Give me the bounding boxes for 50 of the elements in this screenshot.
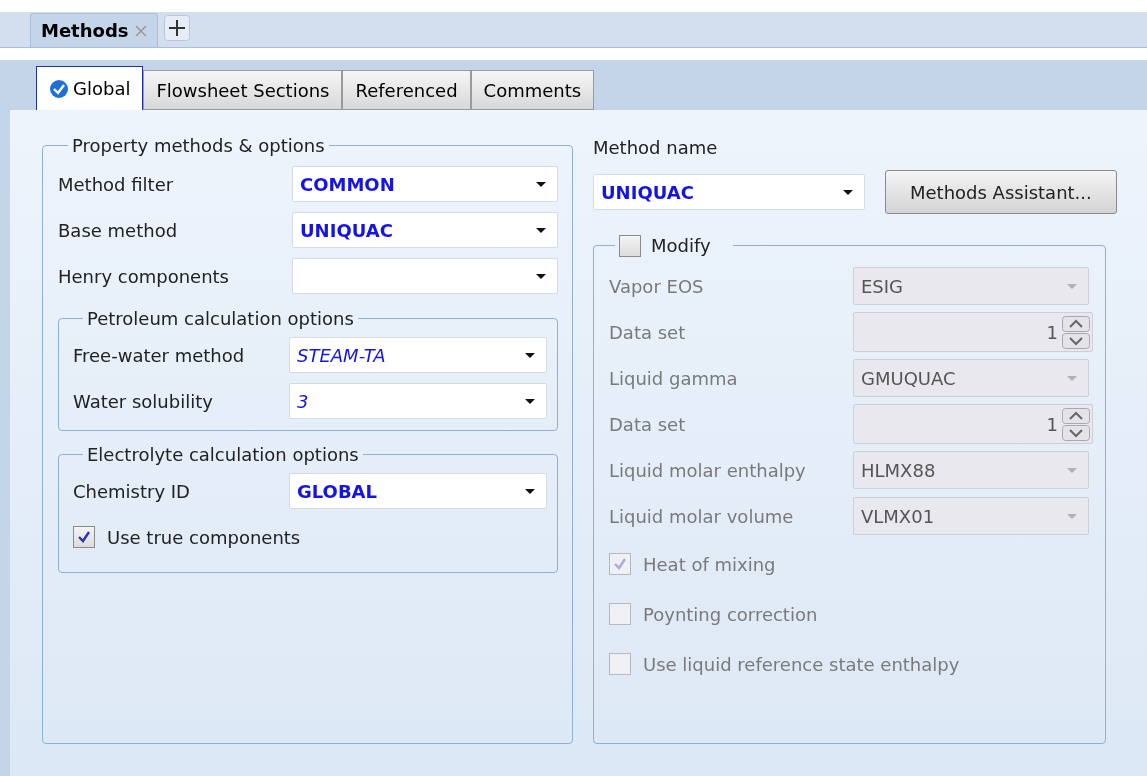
- checkbox-label: Heat of mixing: [643, 552, 776, 577]
- dropdown-arrow-icon: [535, 226, 547, 234]
- checkbox-label: Use liquid reference state enthalpy: [643, 652, 960, 677]
- tab[interactable]: Referenced: [342, 70, 471, 110]
- field-label: Liquid gamma: [609, 366, 739, 391]
- dropdown-field[interactable]: 3: [289, 383, 547, 419]
- checkmark-icon: [77, 530, 91, 544]
- group-title: Petroleum calculation options: [86, 307, 355, 331]
- field-label: Chemistry ID: [73, 479, 191, 504]
- dropdown-field[interactable]: GLOBAL: [289, 473, 547, 509]
- field-label: Henry components: [58, 264, 230, 289]
- checkbox-label: Use true components: [107, 525, 301, 550]
- dropdown-field[interactable]: UNIQUAC: [593, 174, 865, 210]
- dropdown-arrow-icon: [524, 351, 536, 359]
- checkbox[interactable]: [73, 526, 95, 548]
- dropdown-field[interactable]: STEAM-TA: [289, 337, 547, 373]
- dropdown-arrow-icon: [1066, 466, 1078, 474]
- document-tab[interactable]: Methods: [30, 13, 158, 47]
- checkbox-label: Modify: [651, 234, 712, 258]
- dropdown-arrow-icon: [842, 188, 854, 196]
- methods-assistant-button[interactable]: Methods Assistant...: [885, 170, 1117, 214]
- field-label: Water solubility: [73, 389, 214, 414]
- group-title: Property methods & options: [71, 134, 326, 158]
- tab[interactable]: Flowsheet Sections: [143, 70, 343, 110]
- field-label: Method name: [593, 136, 719, 160]
- dropdown-arrow-icon: [1066, 512, 1078, 520]
- dropdown-arrow-icon: [535, 272, 547, 280]
- group-title: Electrolyte calculation options: [86, 443, 360, 467]
- dropdown-arrow-icon: [524, 397, 536, 405]
- dropdown-arrow-icon: [1066, 282, 1078, 290]
- field-label: Base method: [58, 218, 179, 243]
- checkmark-icon: [613, 557, 627, 571]
- field-label: Data set: [609, 412, 687, 437]
- dropdown-arrow-icon: [524, 487, 536, 495]
- add-tab-icon[interactable]: [163, 15, 190, 41]
- checkbox[interactable]: [619, 234, 641, 257]
- checkbox-label: Poynting correction: [643, 602, 818, 627]
- field-label: Method filter: [58, 172, 175, 197]
- dropdown-field[interactable]: [292, 258, 558, 294]
- field-label: Vapor EOS: [609, 274, 705, 299]
- tab[interactable]: Comments: [470, 70, 595, 110]
- dropdown-field[interactable]: UNIQUAC: [292, 212, 558, 248]
- dropdown-field[interactable]: COMMON: [292, 166, 558, 202]
- field-label: Liquid molar enthalpy: [609, 458, 807, 483]
- field-label: Data set: [609, 320, 687, 345]
- dropdown-arrow-icon: [535, 180, 547, 188]
- dropdown-arrow-icon: [1066, 374, 1078, 382]
- field-label: Liquid molar volume: [609, 504, 795, 529]
- field-label: Free-water method: [73, 343, 246, 368]
- tab[interactable]: Global: [36, 66, 144, 110]
